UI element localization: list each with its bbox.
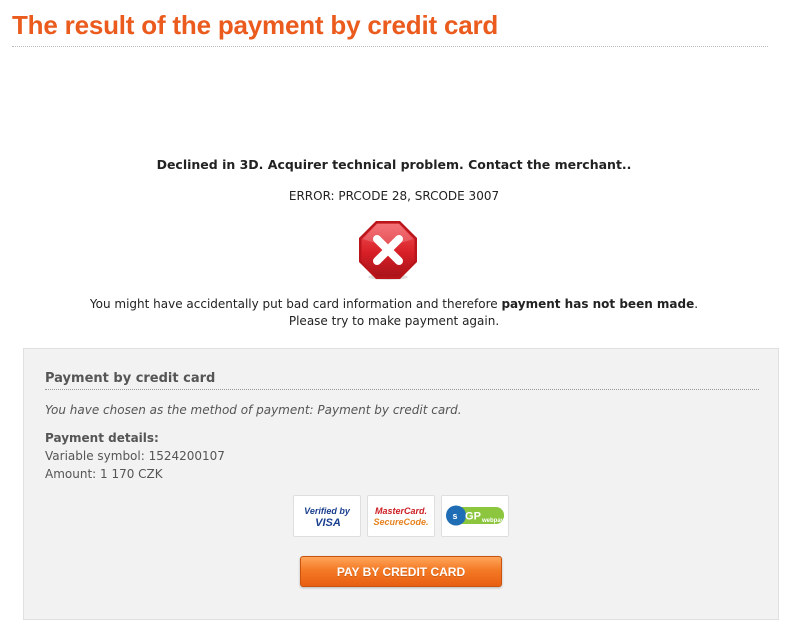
visa-line2: VISA: [315, 517, 341, 529]
variable-symbol: Variable symbol: 1524200107: [45, 449, 225, 463]
gp-sub: webpay: [481, 518, 505, 524]
visa-line1: Verified by: [304, 506, 351, 516]
decline-message: Declined in 3D. Acquirer technical probl…: [156, 157, 632, 172]
mastercard-securecode-logo: MasterCard. SecureCode.: [367, 495, 435, 537]
pay-by-credit-card-button[interactable]: PAY BY CREDIT CARD: [300, 556, 502, 587]
verified-by-visa-logo: Verified by VISA: [293, 495, 361, 537]
payment-details-title: Payment details:: [45, 431, 159, 445]
title-divider: [12, 46, 768, 47]
hint-text: You might have accidentally put bad card…: [0, 296, 788, 330]
payment-method-text: You have chosen as the method of payment…: [45, 403, 462, 417]
mastercard-line2: SecureCode.: [373, 517, 428, 527]
pay-button-label: PAY BY CREDIT CARD: [336, 564, 466, 579]
page-title: The result of the payment by credit card: [12, 10, 499, 40]
mastercard-line1: MasterCard.: [375, 506, 427, 516]
hint-prefix: You might have accidentally put bad card…: [89, 297, 502, 311]
payment-box-title: Payment by credit card: [45, 371, 216, 386]
payment-box-divider: [45, 389, 759, 390]
payment-box: Payment by credit card You have chosen a…: [23, 348, 779, 620]
amount: Amount: 1 170 CZK: [45, 467, 163, 481]
hint-bold: payment has not been made: [501, 297, 695, 311]
svg-text:s: s: [452, 511, 457, 521]
hint-line-2: Please try to make payment again.: [288, 314, 500, 328]
error-code: ERROR: PRCODE 28, SRCODE 3007: [288, 189, 500, 203]
gp-main: GP: [465, 511, 481, 523]
hint-suffix: .: [694, 297, 699, 311]
gp-webpay-logo: s GP webpay: [441, 495, 509, 537]
error-stop-icon: [359, 221, 417, 280]
